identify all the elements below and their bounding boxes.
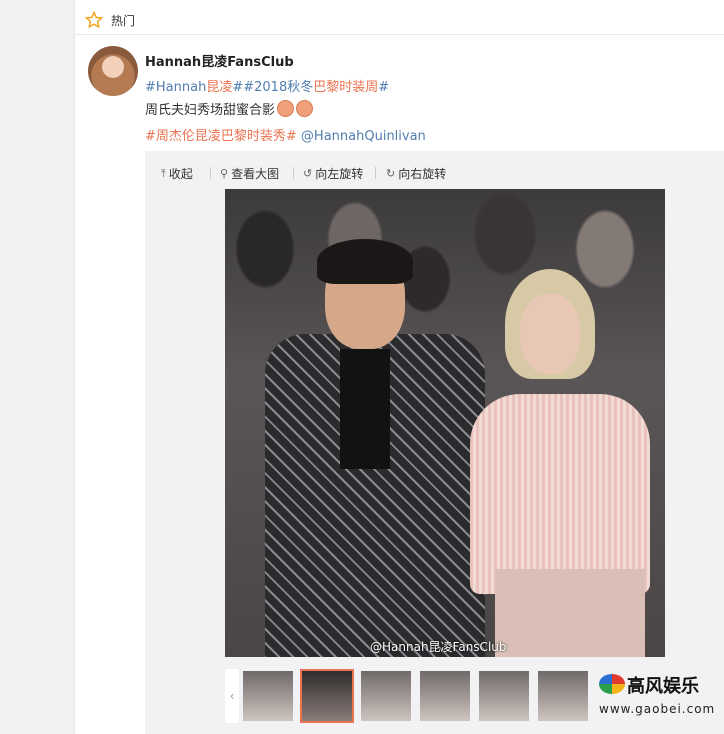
photo-woman xyxy=(465,269,665,657)
thumbnail[interactable] xyxy=(538,671,588,721)
collapse-button[interactable]: ⤒ 收起 xyxy=(161,165,193,182)
media-viewer: ⤒ 收起 ⚲ 查看大图 ↺ 向左旋转 ↻ 向右旋转 @Hannah昆凌FansC… xyxy=(145,151,724,734)
divider xyxy=(210,167,211,179)
divider xyxy=(293,167,294,179)
username[interactable]: Hannah昆凌FansClub xyxy=(145,51,294,70)
post-text-line-3: #周杰伦昆凌巴黎时装秀# @HannahQuinlivan xyxy=(145,125,426,144)
prev-arrow-icon[interactable]: ‹ xyxy=(225,669,239,723)
logo-name: 高风娱乐 xyxy=(627,676,699,697)
avatar[interactable] xyxy=(88,46,138,96)
logo-url: www.gaobei.com xyxy=(599,702,716,716)
post-text-line-1: #Hannah昆凌##2018秋冬巴黎时装周# xyxy=(145,76,389,95)
magnifier-icon: ⚲ xyxy=(220,167,229,180)
hashtag-hannah[interactable]: #Hannah xyxy=(145,80,206,95)
main-photo[interactable]: @Hannah昆凌FansClub xyxy=(225,189,665,657)
rotate-left-label: 向左旋转 xyxy=(315,167,364,181)
thumbnail[interactable] xyxy=(420,671,470,721)
collapse-label: 收起 xyxy=(168,167,193,181)
thumbnail[interactable] xyxy=(361,671,411,721)
post-text-line-2: 周氏夫妇秀场甜蜜合影 xyxy=(145,99,314,118)
hashtag-fashion-show[interactable]: #周杰伦昆凌巴黎时装秀# xyxy=(145,129,297,144)
photo-watermark: @Hannah昆凌FansClub xyxy=(370,640,507,654)
logo-icon xyxy=(599,674,625,694)
rotate-right-button[interactable]: ↻ 向右旋转 xyxy=(386,165,446,182)
hashtag-end[interactable]: # xyxy=(378,80,389,95)
view-large-label: 查看大图 xyxy=(231,167,280,181)
emoji-icon xyxy=(296,100,314,117)
hot-header: 热门 xyxy=(75,4,724,35)
post-caption: 周氏夫妇秀场甜蜜合影 xyxy=(145,103,276,118)
mention-link[interactable]: @HannahQuinlivan xyxy=(297,129,426,144)
divider xyxy=(375,167,376,179)
rotate-right-label: 向右旋转 xyxy=(398,167,447,181)
photo-man xyxy=(255,239,485,657)
rotate-left-button[interactable]: ↺ 向左旋转 xyxy=(303,165,363,182)
feed-card: 热门 Hannah昆凌FansClub #Hannah昆凌##2018秋冬巴黎时… xyxy=(74,0,724,734)
rotate-left-icon: ↺ xyxy=(303,167,313,180)
emoji-icon xyxy=(277,100,295,117)
thumbnail[interactable] xyxy=(243,671,293,721)
hashtag-fashion-week[interactable]: 巴黎时装周 xyxy=(313,80,378,95)
thumbnail[interactable] xyxy=(479,671,529,721)
view-large-button[interactable]: ⚲ 查看大图 xyxy=(220,165,279,182)
hashtag-season[interactable]: ##2018秋冬 xyxy=(232,80,313,95)
rotate-right-icon: ↻ xyxy=(386,167,396,180)
site-logo: 高风娱乐 www.gaobei.com xyxy=(595,672,715,722)
star-icon xyxy=(85,11,103,29)
arrow-up-icon: ⤒ xyxy=(161,166,166,180)
thumbnail-active[interactable] xyxy=(300,669,354,723)
hashtag-kunling[interactable]: 昆凌 xyxy=(206,80,232,95)
hot-label[interactable]: 热门 xyxy=(111,12,135,29)
